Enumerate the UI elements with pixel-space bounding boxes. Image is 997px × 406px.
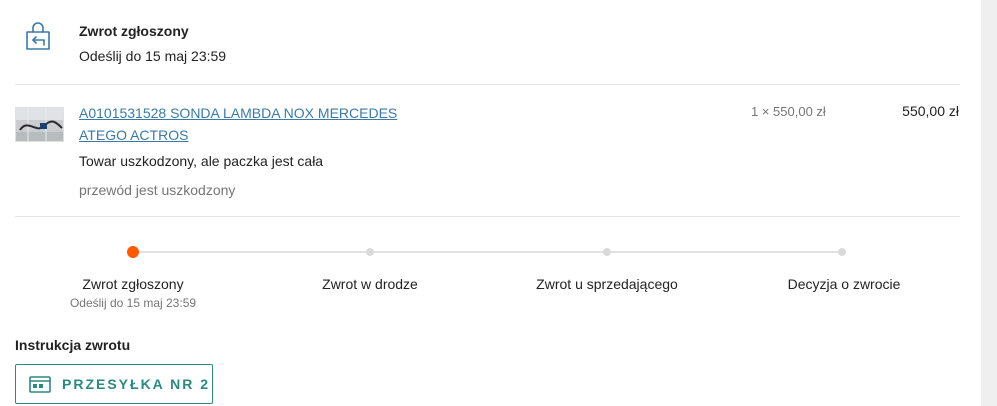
step-label-in-transit: Zwrot w drodze bbox=[322, 276, 418, 292]
quantity-price: 1 × 550,00 zł bbox=[751, 104, 826, 119]
page-scrollbar[interactable] bbox=[981, 0, 997, 406]
instructions-title: Instrukcja zwrotu bbox=[15, 337, 131, 353]
step-label-at-seller: Zwrot u sprzedającego bbox=[536, 276, 678, 292]
divider bbox=[15, 216, 960, 217]
return-card: Zwrot zgłoszony Odeślij do 15 maj 23:59 … bbox=[0, 0, 981, 406]
status-deadline: Odeślij do 15 maj 23:59 bbox=[79, 48, 227, 64]
step-label-decision: Decyzja o zwrocie bbox=[787, 276, 901, 292]
step-label-reported: Zwrot zgłoszony bbox=[82, 276, 184, 292]
parcel-icon bbox=[29, 376, 51, 393]
parcel-button[interactable]: PRZESYŁKA NR 2 bbox=[15, 364, 213, 404]
step-dot-in-transit bbox=[366, 248, 374, 256]
parcel-button-label: PRZESYŁKA NR 2 bbox=[62, 376, 211, 392]
return-reason: Towar uszkodzony, ale paczka jest cała bbox=[79, 153, 324, 169]
step-deadline: Odeślij do 15 maj 23:59 bbox=[69, 296, 197, 310]
item-total: 550,00 zł bbox=[902, 103, 959, 119]
product-link[interactable]: A0101531528 SONDA LAMBDA NOX MERCEDES AT… bbox=[79, 102, 409, 146]
product-thumbnail[interactable] bbox=[15, 107, 64, 142]
step-dot-reported bbox=[127, 246, 139, 258]
divider bbox=[15, 84, 960, 85]
step-dot-decision bbox=[838, 248, 846, 256]
progress-track bbox=[133, 251, 842, 253]
return-comment: przewód jest uszkodzony bbox=[79, 182, 236, 198]
return-bag-icon bbox=[24, 22, 52, 52]
step-dot-at-seller bbox=[603, 248, 611, 256]
status-title: Zwrot zgłoszony bbox=[79, 23, 189, 39]
